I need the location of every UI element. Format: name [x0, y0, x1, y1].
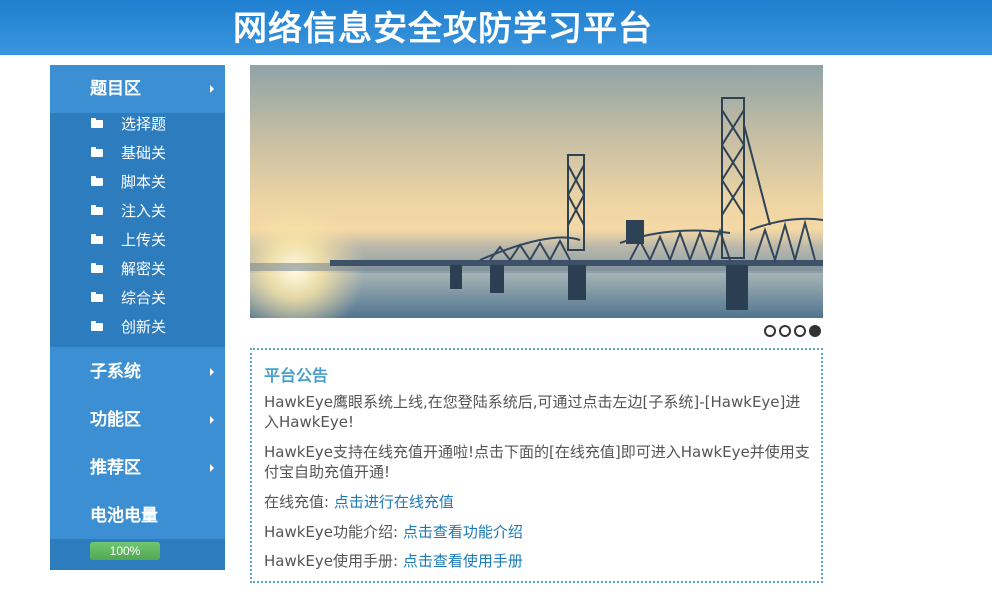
- site-title: 网络信息安全攻防学习平台: [233, 9, 653, 49]
- folder-icon: [91, 321, 103, 331]
- battery-progress-bar: 100%: [90, 542, 160, 560]
- sidebar-item-label: 脚本关: [121, 173, 167, 191]
- notice-line-manual: HawkEye使用手册: 点击查看使用手册: [264, 551, 812, 571]
- sidebar-section-label: 题目区: [90, 79, 141, 99]
- sidebar-section-questions[interactable]: 题目区: [50, 65, 225, 113]
- sidebar-item-choice[interactable]: 选择题: [50, 113, 225, 142]
- sidebar-section-recommended[interactable]: 推荐区: [50, 444, 225, 492]
- folder-icon: [91, 205, 103, 215]
- sidebar-item-label: 解密关: [121, 260, 167, 278]
- sidebar-item-upload[interactable]: 上传关: [50, 229, 225, 258]
- folder-icon: [91, 147, 103, 157]
- sidebar-section-label: 电池电量: [90, 506, 158, 526]
- caret-right-icon: [210, 416, 214, 424]
- sidebar-item-basic[interactable]: 基础关: [50, 142, 225, 171]
- caret-right-icon: [210, 464, 214, 472]
- battery-panel: 100%: [50, 539, 225, 570]
- sidebar-item-label: 创新关: [121, 318, 167, 336]
- intro-link[interactable]: 点击查看功能介绍: [403, 523, 523, 541]
- sidebar-section-label: 子系统: [90, 362, 141, 382]
- sidebar-item-label: 注入关: [121, 202, 167, 220]
- folder-icon: [91, 292, 103, 302]
- carousel-dot-1[interactable]: [764, 325, 776, 337]
- sidebar-item-label: 选择题: [121, 115, 167, 133]
- carousel-indicators: [764, 325, 824, 337]
- folder-icon: [91, 263, 103, 273]
- sidebar-item-label: 上传关: [121, 231, 167, 249]
- carousel-dot-2[interactable]: [779, 325, 791, 337]
- sidebar-section-label: 功能区: [90, 410, 141, 430]
- sidebar-section-subsystem[interactable]: 子系统: [50, 348, 225, 396]
- carousel-banner-image[interactable]: [250, 65, 823, 318]
- manual-link[interactable]: 点击查看使用手册: [403, 552, 523, 570]
- notice-line-intro: HawkEye功能介绍: 点击查看功能介绍: [264, 522, 812, 542]
- caret-right-icon: [210, 85, 214, 93]
- notice-line-recharge: 在线充值: 点击进行在线充值: [264, 492, 812, 512]
- notice-paragraph-recharge: HawkEye支持在线充值开通啦!点击下面的[在线充值]即可进入HawkEye并…: [264, 443, 810, 481]
- sidebar: 题目区 选择题 基础关 脚本关 注入关 上传关 解密关 综合关 创新关 子系统 …: [50, 65, 225, 570]
- sidebar-item-label: 基础关: [121, 144, 167, 162]
- submenu-questions: 选择题 基础关 脚本关 注入关 上传关 解密关 综合关 创新关: [50, 113, 225, 347]
- sidebar-section-battery: 电池电量: [50, 492, 225, 540]
- caret-right-icon: [210, 368, 214, 376]
- sidebar-item-decrypt[interactable]: 解密关: [50, 258, 225, 287]
- battery-text: 100%: [109, 544, 141, 558]
- sidebar-item-label: 综合关: [121, 289, 167, 307]
- header: 网络信息安全攻防学习平台: [0, 0, 992, 55]
- manual-label: HawkEye使用手册:: [264, 552, 403, 570]
- sidebar-section-label: 推荐区: [90, 458, 141, 478]
- sidebar-item-innovation[interactable]: 创新关: [50, 316, 225, 345]
- sidebar-item-comprehensive[interactable]: 综合关: [50, 287, 225, 316]
- notice-title: 平台公告: [264, 366, 329, 385]
- recharge-link[interactable]: 点击进行在线充值: [334, 493, 454, 511]
- carousel-dot-3[interactable]: [794, 325, 806, 337]
- sidebar-item-injection[interactable]: 注入关: [50, 200, 225, 229]
- bridge-sunset-illustration: [250, 97, 823, 318]
- sidebar-item-script[interactable]: 脚本关: [50, 171, 225, 200]
- intro-label: HawkEye功能介绍:: [264, 523, 403, 541]
- notice-paragraph-hawkeye-launch: HawkEye鹰眼系统上线,在您登陆系统后,可通过点击左边[子系统]-[Hawk…: [264, 393, 801, 431]
- folder-icon: [91, 118, 103, 128]
- folder-icon: [91, 234, 103, 244]
- carousel-dot-4[interactable]: [809, 325, 821, 337]
- folder-icon: [91, 176, 103, 186]
- sidebar-section-functions[interactable]: 功能区: [50, 396, 225, 444]
- platform-notice: 平台公告 HawkEye鹰眼系统上线,在您登陆系统后,可通过点击左边[子系统]-…: [250, 348, 823, 583]
- recharge-label: 在线充值:: [264, 493, 334, 511]
